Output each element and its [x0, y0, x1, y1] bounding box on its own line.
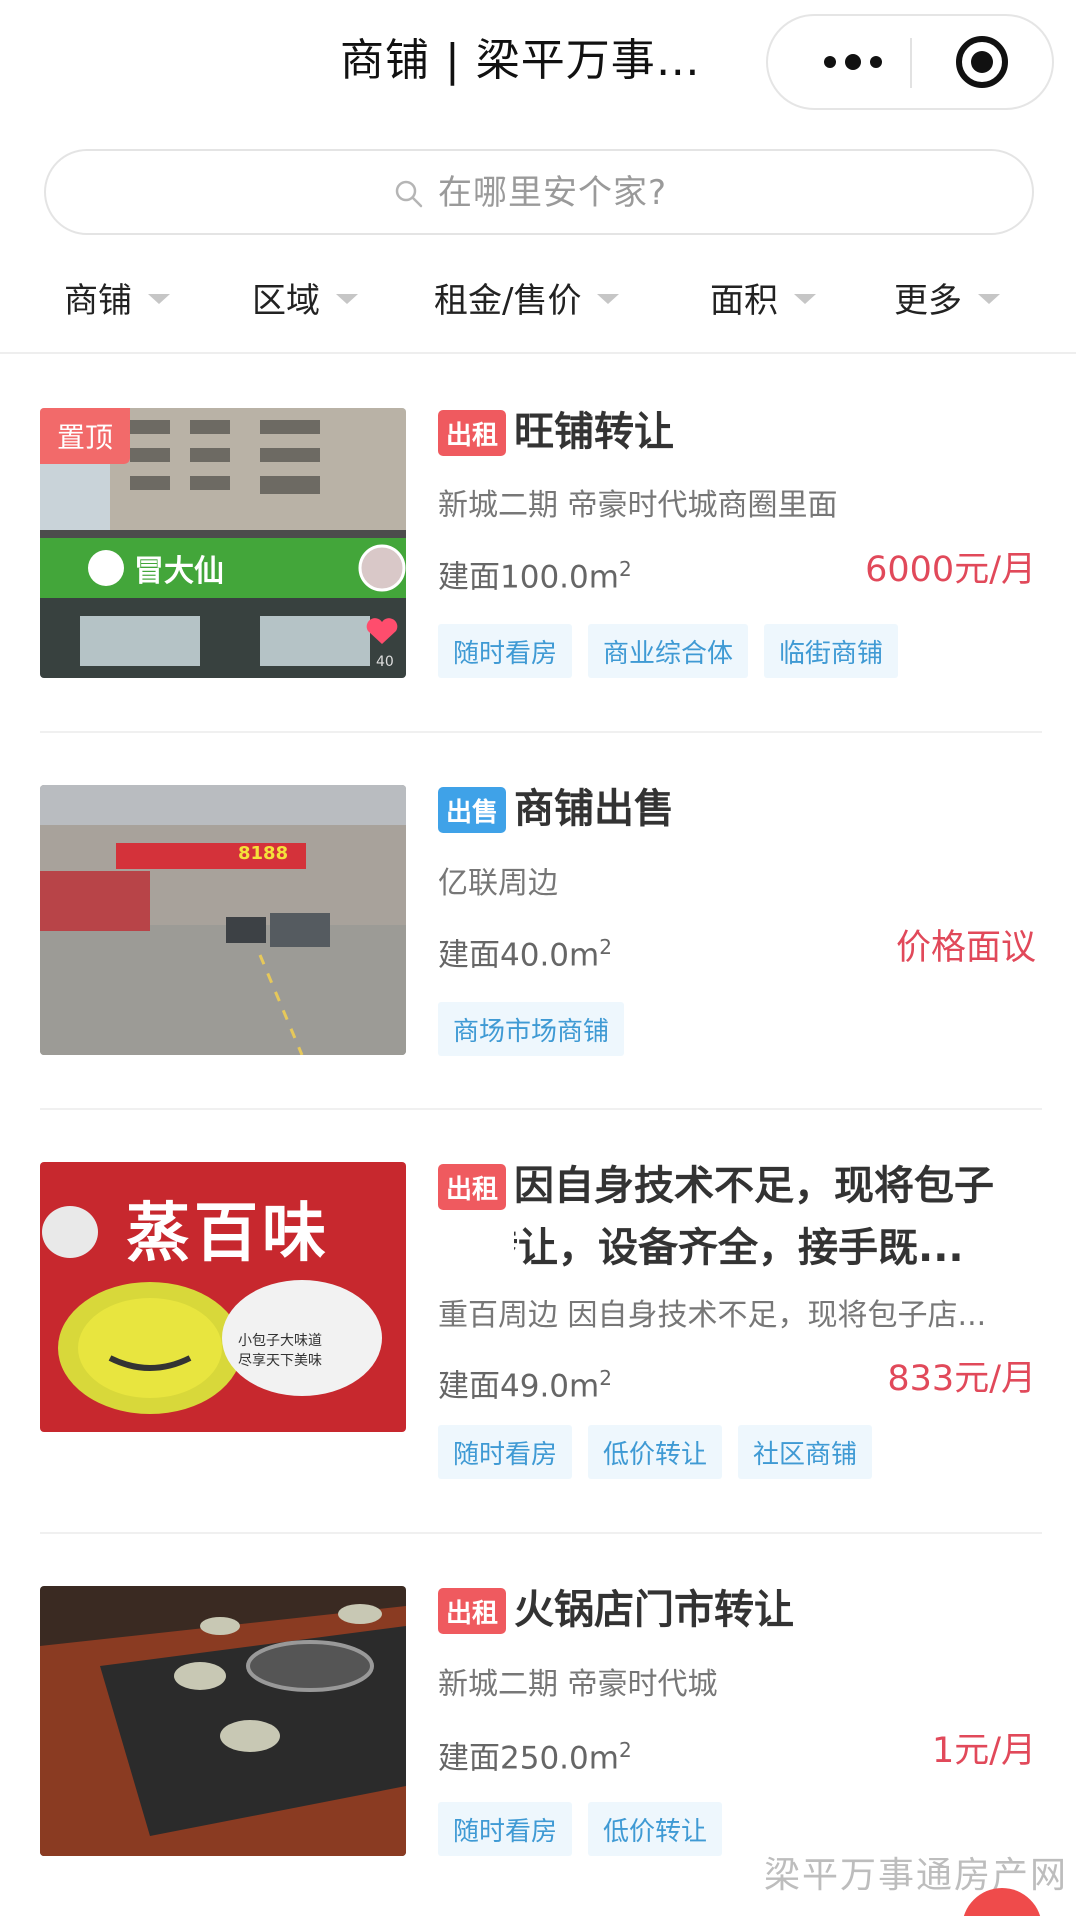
listing-price: 6000元/月	[865, 550, 1036, 590]
listing-tag: 商业综合体	[588, 624, 749, 678]
listing-title: 商铺出售	[514, 786, 674, 832]
photo-slogan-text: 小包子大味道	[238, 1333, 322, 1349]
mini-program-capsule	[766, 14, 1054, 110]
close-target-icon[interactable]	[956, 36, 1008, 88]
listing-photo: 冒大仙 40 置顶	[40, 408, 406, 678]
area-value: 建面40.0m	[438, 937, 600, 974]
listing-tag: 随时看房	[438, 1425, 573, 1479]
search-placeholder: 在哪里安个家?	[438, 173, 668, 213]
watermark: 梁平万事通房产网	[764, 1855, 1069, 1896]
filter-label: 面积	[710, 280, 778, 321]
caret-down-icon	[336, 294, 358, 304]
favorite-count: 40	[376, 654, 394, 670]
listing-area: 建面49.0m2	[438, 1356, 612, 1408]
listing-subtitle: 新城二期 帝豪时代城	[438, 1667, 718, 1702]
dot-icon	[845, 54, 861, 70]
listing-title: 旺铺转让	[514, 409, 674, 455]
listing-tag: 随时看房	[438, 624, 573, 678]
listing-tag: 社区商铺	[738, 1425, 873, 1479]
caret-down-icon	[794, 294, 816, 304]
caret-down-icon	[978, 294, 1000, 304]
listing-tag: 低价转让	[588, 1802, 723, 1856]
filter-label: 更多	[894, 280, 962, 321]
listing-tags: 商场市场商铺	[438, 1002, 625, 1056]
area-unit-exponent: 2	[618, 1738, 632, 1762]
listing-photo: 蒸百味 小包子大味道 尽享天下美味	[40, 1162, 406, 1432]
area-value: 建面100.0m	[438, 559, 619, 596]
listing-divider	[40, 731, 1042, 733]
listing-area: 建面250.0m2	[438, 1728, 632, 1780]
pinned-label: 置顶	[40, 408, 130, 464]
street-photo-image	[40, 785, 406, 1055]
filter-type[interactable]: 商铺	[64, 262, 170, 332]
search-icon	[395, 180, 423, 208]
listing-price: 833元/月	[887, 1359, 1036, 1399]
area-unit-exponent: 2	[599, 935, 612, 959]
area-unit-exponent: 2	[618, 557, 632, 581]
listing-badge: 出售	[438, 787, 506, 833]
filter-more[interactable]: 更多	[894, 262, 1000, 332]
header: 商铺 | 梁平万事…	[0, 0, 1076, 128]
page-title: 商铺 | 梁平万事…	[340, 35, 701, 86]
dot-icon	[870, 56, 882, 68]
listing-photo: 8188	[40, 785, 406, 1055]
listing-tag: 临街商铺	[764, 624, 899, 678]
listing-badge: 出租	[438, 1164, 506, 1210]
filter-area[interactable]: 面积	[710, 262, 816, 332]
filter-region[interactable]: 区域	[252, 262, 358, 332]
filter-label: 区域	[252, 280, 320, 321]
more-options-button[interactable]	[808, 16, 898, 108]
search-bar[interactable]: 在哪里安个家?	[44, 149, 1034, 235]
listing-tag: 随时看房	[438, 1802, 573, 1856]
listing-subtitle: 重百周边 因自身技术不足，现将包子店...	[438, 1298, 987, 1333]
photo-sign-text: 冒大仙	[134, 554, 224, 589]
filter-label: 租金/售价	[434, 280, 582, 321]
hotpot-photo-image	[40, 1586, 406, 1856]
filter-price[interactable]: 租金/售价	[434, 262, 620, 332]
listing-area: 建面100.0m2	[438, 547, 632, 599]
listing-divider	[40, 1532, 1042, 1534]
listing-title-line: 店转让，设备齐全，接手既...	[514, 1225, 964, 1271]
caret-down-icon	[597, 294, 620, 304]
filter-label: 商铺	[64, 280, 132, 321]
listing-tag: 商场市场商铺	[438, 1002, 625, 1056]
listing-divider	[40, 1108, 1042, 1110]
capsule-divider	[910, 38, 912, 88]
photo-sign-text: 8188	[238, 843, 289, 864]
caret-down-icon	[148, 294, 170, 304]
area-value: 建面250.0m	[438, 1740, 619, 1777]
listing-area: 建面40.0m2	[438, 925, 612, 977]
photo-slogan-text: 尽享天下美味	[238, 1353, 322, 1369]
listing-price: 1元/月	[931, 1731, 1036, 1771]
area-unit-exponent: 2	[599, 1366, 612, 1390]
listing-tag: 低价转让	[588, 1425, 723, 1479]
listing-title: 火锅店门市转让	[514, 1587, 794, 1633]
listing-tags: 随时看房 商业综合体 临街商铺	[438, 624, 899, 678]
listing-subtitle: 新城二期 帝豪时代城商圈里面	[438, 488, 838, 523]
listing-tags: 随时看房 低价转让	[438, 1802, 723, 1856]
listing-title-line: 因自身技术不足，现将包子	[514, 1163, 994, 1209]
listing-badge: 出租	[438, 410, 506, 456]
listing-badge: 出租	[438, 1588, 506, 1634]
listing-tags: 随时看房 低价转让 社区商铺	[438, 1425, 873, 1479]
listing-photo	[40, 1586, 406, 1856]
listing-title: 因自身技术不足，现将包子 店转让，设备齐全，接手既...	[514, 1155, 1034, 1279]
area-value: 建面49.0m	[438, 1368, 600, 1405]
listing-subtitle: 亿联周边	[438, 866, 558, 901]
photo-sign-text: 蒸百味	[126, 1197, 330, 1271]
filter-bar: 商铺 区域 租金/售价 面积 更多	[0, 262, 1076, 354]
listing-price: 价格面议	[895, 928, 1036, 968]
dot-icon	[824, 56, 836, 68]
